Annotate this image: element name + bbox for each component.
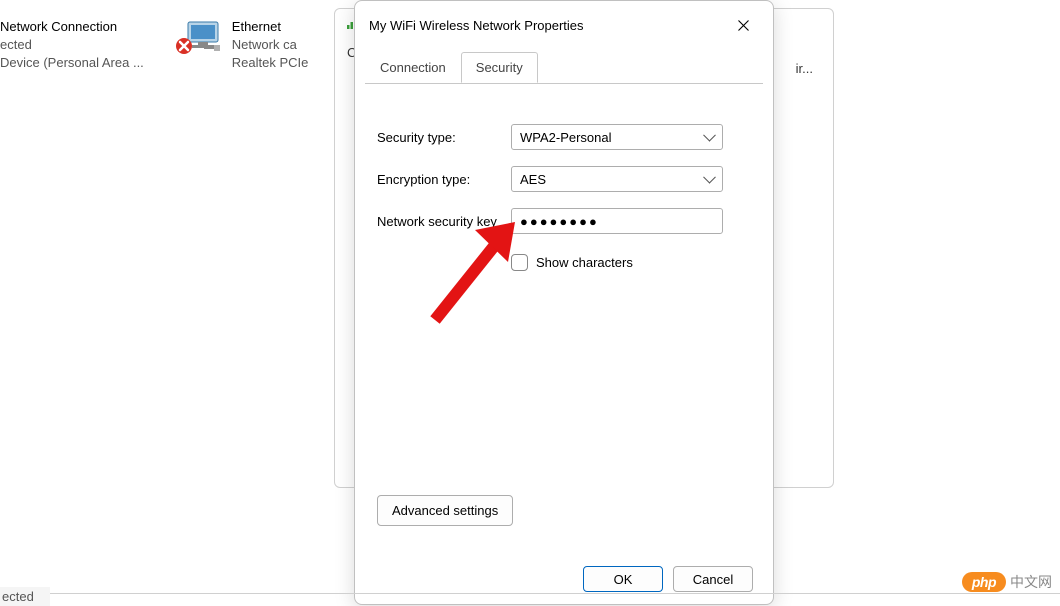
dialog-footer: OK Cancel: [355, 554, 773, 604]
network-key-label: Network security key: [377, 214, 511, 229]
dialog-body: Security type: WPA2-Personal Encryption …: [355, 84, 773, 554]
show-characters-checkbox[interactable]: [511, 254, 528, 271]
network-connections-background: Network Connection ected Device (Persona…: [0, 18, 308, 73]
bottom-divider: [0, 593, 1060, 594]
show-characters-label: Show characters: [536, 255, 633, 270]
network-item-bluetooth[interactable]: Network Connection ected Device (Persona…: [0, 18, 144, 73]
watermark-badge: php: [962, 572, 1006, 592]
advanced-settings-button[interactable]: Advanced settings: [377, 495, 513, 526]
ok-button[interactable]: OK: [583, 566, 663, 592]
encryption-type-label: Encryption type:: [377, 172, 511, 187]
net-name: Ethernet: [232, 18, 309, 36]
close-icon: [738, 20, 749, 31]
dialog-title: My WiFi Wireless Network Properties: [369, 18, 584, 33]
cancel-button[interactable]: Cancel: [673, 566, 753, 592]
bottom-status-text: ected: [0, 587, 50, 606]
network-key-input[interactable]: [511, 208, 723, 234]
show-characters-row: Show characters: [511, 254, 751, 271]
net-name: Network Connection: [0, 18, 144, 36]
security-type-row: Security type: WPA2-Personal: [377, 124, 751, 150]
wifi-properties-dialog: My WiFi Wireless Network Properties Conn…: [354, 0, 774, 605]
tabs: Connection Security: [365, 51, 763, 83]
tab-connection[interactable]: Connection: [365, 52, 461, 83]
bg-dialog-text: ir...: [796, 61, 813, 76]
encryption-type-value: AES: [520, 172, 546, 187]
encryption-type-row: Encryption type: AES: [377, 166, 751, 192]
network-key-row: Network security key: [377, 208, 751, 234]
encryption-type-select[interactable]: AES: [511, 166, 723, 192]
close-button[interactable]: [727, 11, 759, 39]
net-device: Realtek PCIe: [232, 54, 309, 72]
tab-security[interactable]: Security: [461, 52, 538, 83]
net-status: Network ca: [232, 36, 309, 54]
security-type-label: Security type:: [377, 130, 511, 145]
network-item-ethernet[interactable]: Ethernet Network ca Realtek PCIe: [174, 18, 309, 73]
security-type-value: WPA2-Personal: [520, 130, 612, 145]
dialog-titlebar: My WiFi Wireless Network Properties: [355, 1, 773, 49]
ethernet-icon: [174, 18, 222, 56]
net-status: ected: [0, 36, 144, 54]
net-device: Device (Personal Area ...: [0, 54, 144, 72]
watermark: php 中文网: [962, 572, 1052, 592]
security-type-select[interactable]: WPA2-Personal: [511, 124, 723, 150]
watermark-text: 中文网: [1010, 572, 1052, 592]
